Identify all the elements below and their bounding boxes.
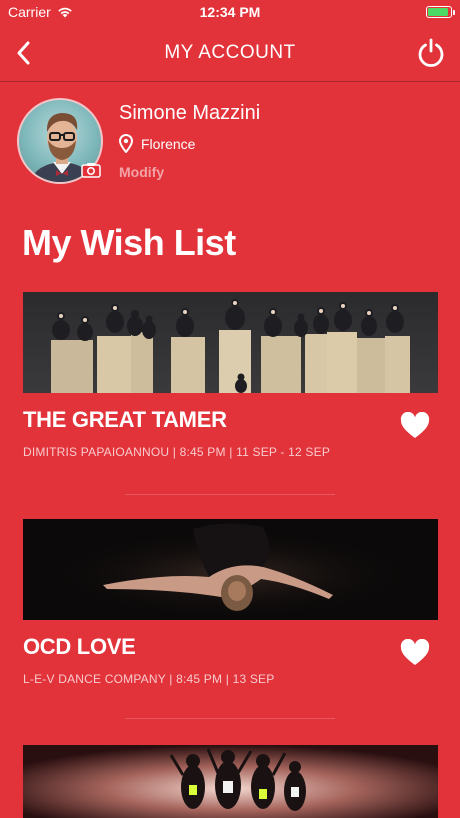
event-image [23,519,438,620]
wishlist-title: My Wish List [22,222,236,263]
nav-bar: MY ACCOUNT [0,24,460,82]
status-bar: Carrier 12:34 PM [0,0,460,24]
battery-fill [428,8,448,16]
wishlist-item[interactable]: THE GREAT TAMER DIMITRIS PAPAIOANNOU | 8… [23,292,438,459]
event-image [23,292,438,393]
location-label: Florence [141,135,196,152]
heart-icon[interactable] [400,639,430,667]
event-title: OCD LOVE [23,634,136,659]
profile-name: Simone Mazzini [119,102,261,124]
wifi-icon [57,7,72,18]
battery-icon [426,6,455,18]
dancer-image [23,519,438,620]
wishlist-item[interactable] [23,745,438,818]
event-image [23,745,438,818]
profile-header: Simone Mazzini Florence Modify [17,98,437,188]
power-icon[interactable] [416,37,446,69]
location-pin-icon [119,134,133,153]
event-title: THE GREAT TAMER [23,407,227,432]
divider [125,494,335,495]
chevron-left-icon[interactable] [10,36,40,70]
event-meta: L-E-V DANCE COMPANY | 8:45 PM | 13 SEP [23,672,275,686]
status-left: Carrier [8,4,73,20]
dance-group-image [23,745,438,818]
camera-icon[interactable] [81,162,101,178]
carrier-label: Carrier [8,4,51,20]
event-meta: DIMITRIS PAPAIOANNOU | 8:45 PM | 11 SEP … [23,445,331,459]
divider [125,718,335,719]
modify-profile-link[interactable]: Modify [119,164,164,180]
page-title: MY ACCOUNT [164,41,296,63]
profile-location: Florence [119,134,195,153]
wishlist-item[interactable]: OCD LOVE L-E-V DANCE COMPANY | 8:45 PM |… [23,519,438,686]
heart-icon[interactable] [400,412,430,440]
stage-performance-image [23,292,438,393]
